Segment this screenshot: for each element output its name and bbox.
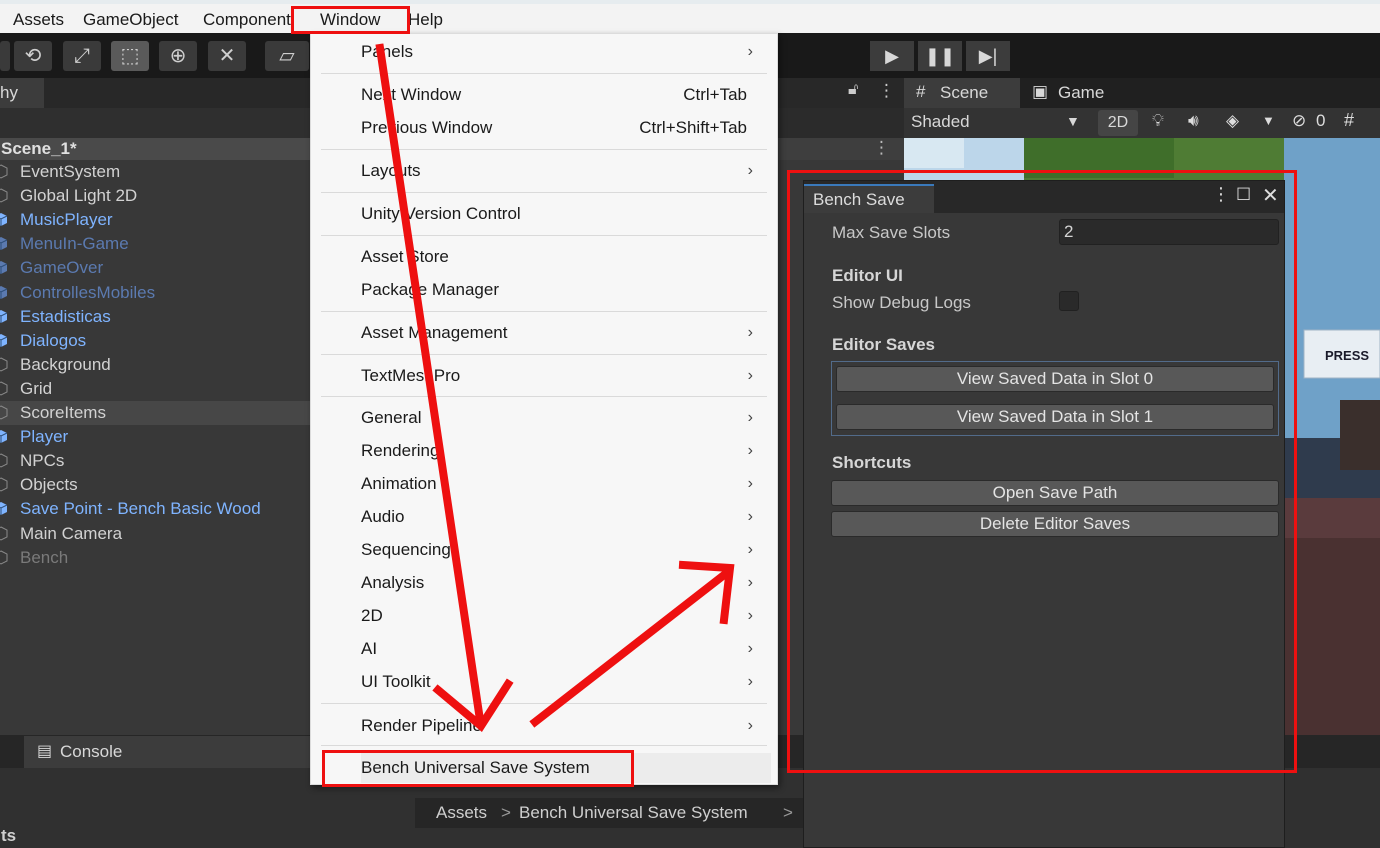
annotation-arrows — [375, 43, 735, 732]
arrow-down-line — [375, 43, 485, 725]
arrow-up-line — [529, 569, 730, 728]
